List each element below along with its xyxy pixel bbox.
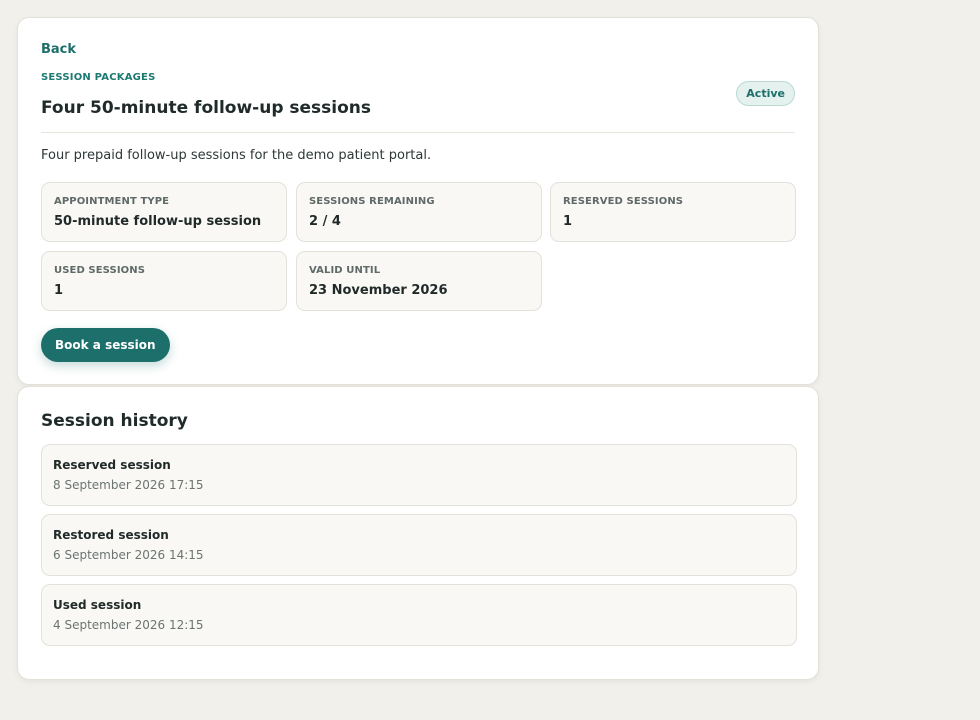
stat-value: 1 xyxy=(563,214,573,229)
stat-label: VALID UNTIL xyxy=(309,265,381,276)
history-item-title: Reserved session xyxy=(53,458,171,472)
history-item-title: Used session xyxy=(53,598,142,612)
history-item-date: 4 September 2026 12:15 xyxy=(53,618,204,632)
history-item: Restored session 6 September 2026 14:15 xyxy=(41,514,797,576)
section-title: Session history xyxy=(41,411,188,431)
stat-valid-until: VALID UNTIL 23 November 2026 xyxy=(296,251,542,311)
session-history-card: Session history Reserved session 8 Septe… xyxy=(17,386,819,680)
package-card: Back SESSION PACKAGES Four 50-minute fol… xyxy=(17,17,819,385)
stat-value: 1 xyxy=(54,283,64,298)
stat-sessions-remaining: SESSIONS REMAINING 2 / 4 xyxy=(296,182,542,242)
back-link[interactable]: Back xyxy=(41,42,76,57)
stat-value: 2 / 4 xyxy=(309,214,341,229)
history-item: Used session 4 September 2026 12:15 xyxy=(41,584,797,646)
stat-reserved-sessions: RESERVED SESSIONS 1 xyxy=(550,182,796,242)
history-item-title: Restored session xyxy=(53,528,169,542)
stat-value: 50-minute follow-up session xyxy=(54,214,262,229)
stat-value: 23 November 2026 xyxy=(309,283,448,298)
stat-used-sessions: USED SESSIONS 1 xyxy=(41,251,287,311)
stat-label: SESSIONS REMAINING xyxy=(309,196,435,207)
history-item-date: 6 September 2026 14:15 xyxy=(53,548,204,562)
section-eyebrow: SESSION PACKAGES xyxy=(41,72,156,83)
stat-label: USED SESSIONS xyxy=(54,265,146,276)
book-session-button[interactable]: Book a session xyxy=(41,328,170,362)
status-badge: Active xyxy=(736,81,795,106)
stat-appointment-type: APPOINTMENT TYPE 50-minute follow-up ses… xyxy=(41,182,287,242)
history-item-date: 8 September 2026 17:15 xyxy=(53,478,204,492)
stat-label: APPOINTMENT TYPE xyxy=(54,196,170,207)
package-description: Four prepaid follow-up sessions for the … xyxy=(41,148,432,163)
stat-label: RESERVED SESSIONS xyxy=(563,196,684,207)
divider xyxy=(41,132,795,133)
history-item: Reserved session 8 September 2026 17:15 xyxy=(41,444,797,506)
page-title: Four 50-minute follow-up sessions xyxy=(41,98,372,118)
